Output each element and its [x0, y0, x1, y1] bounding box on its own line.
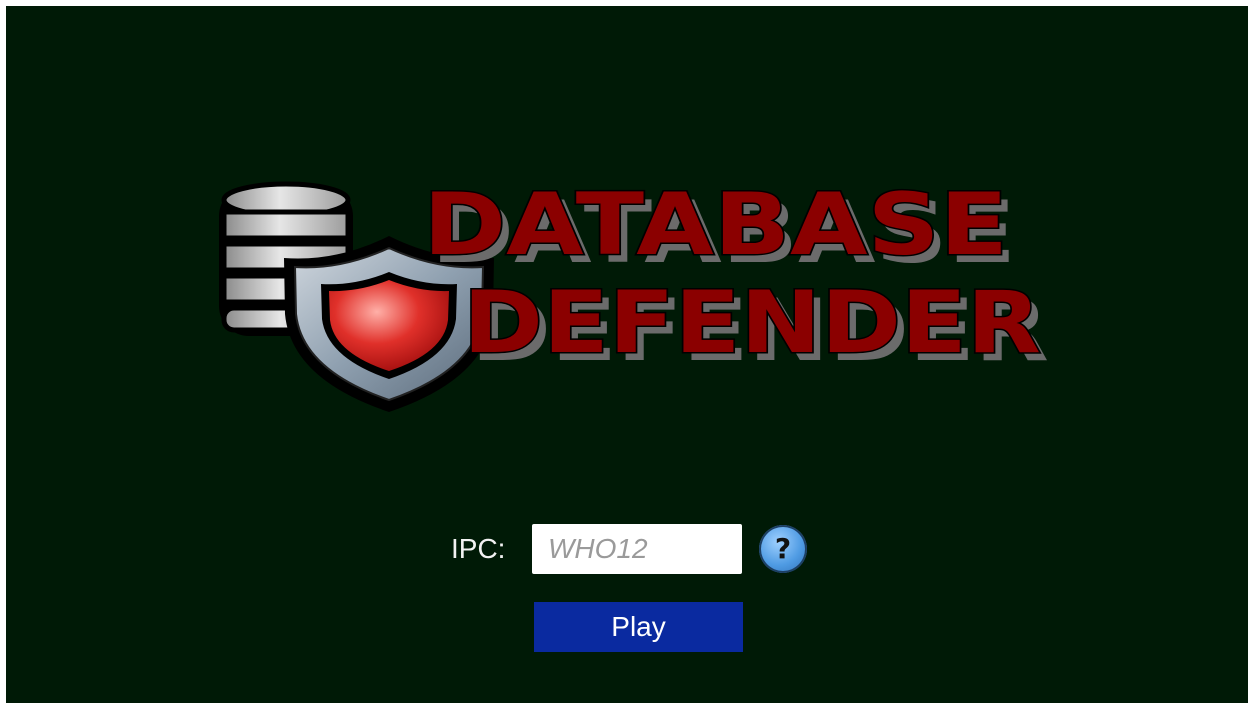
ipc-label: IPC: — [451, 533, 506, 564]
logo-title: DATABASE DATABASE DEFENDER DEFENDER — [422, 174, 1050, 381]
logo-title-line1: DATABASE — [423, 175, 1008, 275]
logo-title-line2: DEFENDER — [463, 273, 1041, 373]
ipc-row: IPC: ? — [451, 524, 811, 574]
logo-art: DATABASE DATABASE DEFENDER DEFENDER — [219, 174, 1050, 412]
game-logo: DATABASE DATABASE DEFENDER DEFENDER — [211, 174, 1056, 414]
question-mark-icon: ? — [774, 532, 792, 565]
game-screen: DATABASE DATABASE DEFENDER DEFENDER IPC:… — [6, 6, 1248, 703]
help-button[interactable]: ? — [759, 525, 807, 573]
play-button[interactable]: Play — [534, 602, 743, 652]
ipc-input[interactable] — [532, 524, 742, 574]
